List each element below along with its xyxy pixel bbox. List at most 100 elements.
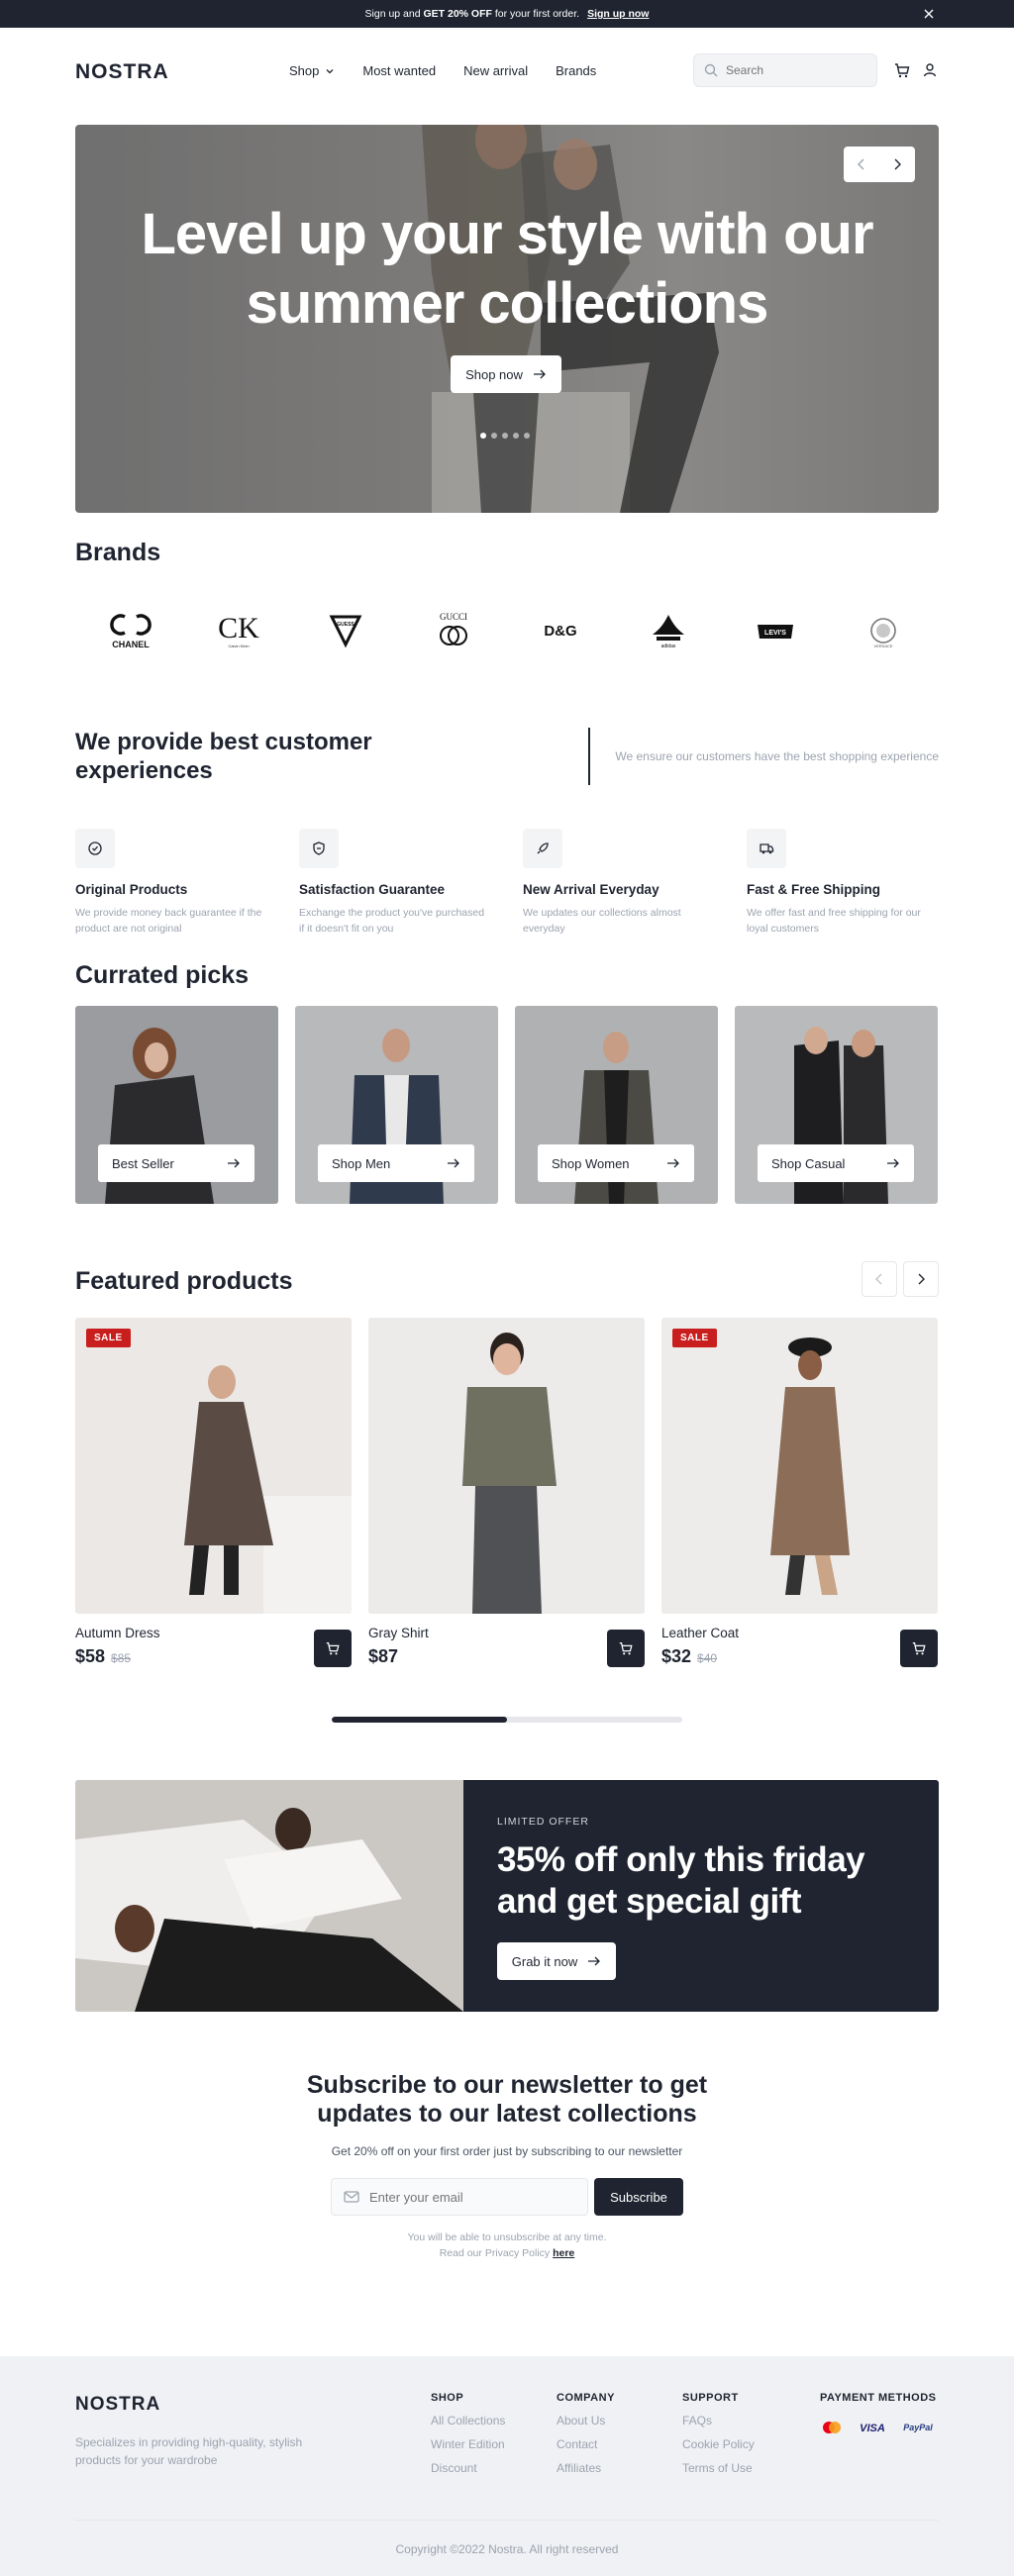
footer-link[interactable]: Cookie Policy (682, 2437, 755, 2451)
add-to-cart-button[interactable] (607, 1630, 645, 1667)
best-seller-button[interactable]: Best Seller (98, 1144, 254, 1182)
product-name[interactable]: Autumn Dress (75, 1626, 352, 1640)
footer-logo[interactable]: NOSTRA (75, 2394, 160, 2416)
footer-description: Specializes in providing high-quality, s… (75, 2435, 303, 2467)
footer-link[interactable]: About Us (557, 2414, 615, 2427)
nav-brands[interactable]: Brands (556, 63, 596, 78)
curated-card[interactable]: Shop Casual (735, 1006, 938, 1204)
mastercard-icon (823, 2422, 841, 2433)
footer-column-company: COMPANY About Us Contact Affiliates (557, 2392, 615, 2475)
add-to-cart-button[interactable] (314, 1630, 352, 1667)
shop-casual-button[interactable]: Shop Casual (758, 1144, 914, 1182)
prev-arrow-icon[interactable] (844, 147, 879, 182)
hero-dot[interactable] (524, 433, 530, 439)
newsletter-subtitle: Get 20% off on your first order just by … (331, 2144, 683, 2158)
divider (588, 728, 590, 785)
user-icon[interactable] (921, 61, 939, 79)
logo[interactable]: NOSTRA (75, 60, 169, 84)
add-to-cart-button[interactable] (900, 1630, 938, 1667)
product-card[interactable]: Gray Shirt $87 (368, 1318, 645, 1675)
feature-desc: We offer fast and free shipping for our … (747, 907, 921, 935)
curated-card[interactable]: Shop Women (515, 1006, 718, 1204)
brand-calvin-klein-logo[interactable]: CK Calvin Klein (199, 611, 278, 650)
brand-adidas-logo[interactable]: adidas (629, 611, 708, 650)
email-input[interactable] (369, 2189, 567, 2205)
hero-banner: Level up your style with our summer coll… (75, 125, 939, 513)
grab-it-now-button[interactable]: Grab it now (497, 1942, 616, 1980)
feature-title: Original Products (75, 882, 188, 897)
chevron-down-icon (326, 68, 334, 73)
brand-guess-logo[interactable]: GUESS (306, 611, 385, 650)
product-scrollbar[interactable] (332, 1717, 682, 1723)
experience-title: We provide best customer experiences (75, 729, 372, 784)
svg-text:GUCCI: GUCCI (440, 612, 467, 622)
hero-dot[interactable] (513, 433, 519, 439)
brand-gucci-logo[interactable]: GUCCI (414, 611, 493, 650)
feature-desc: We provide money back guarantee if the p… (75, 907, 262, 935)
shop-men-button[interactable]: Shop Men (318, 1144, 474, 1182)
shop-women-button[interactable]: Shop Women (538, 1144, 694, 1182)
old-price: $40 (697, 1651, 718, 1665)
brand-levis-logo[interactable]: LEVI'S (736, 611, 815, 650)
footer-link[interactable]: Contact (557, 2437, 615, 2451)
close-icon[interactable] (921, 6, 937, 22)
feature-item: New Arrival Everyday We updates our coll… (523, 829, 713, 937)
email-field[interactable] (331, 2178, 588, 2216)
svg-text:PayPal: PayPal (903, 2423, 933, 2432)
payment-methods: PAYMENT METHODS VISA PayPal (820, 2392, 937, 2435)
next-arrow-icon[interactable] (903, 1261, 939, 1297)
curated-card[interactable]: Shop Men (295, 1006, 498, 1204)
footer-link[interactable]: Terms of Use (682, 2461, 755, 2475)
footer-link[interactable]: Affiliates (557, 2461, 615, 2475)
footer-link[interactable]: FAQs (682, 2414, 755, 2427)
curated-card[interactable]: Best Seller (75, 1006, 278, 1204)
nav-most-wanted[interactable]: Most wanted (362, 63, 436, 78)
scrollbar-thumb[interactable] (332, 1717, 507, 1723)
search-input[interactable] (726, 63, 864, 77)
featured-title: Featured products (75, 1267, 293, 1295)
brand-dg-logo[interactable]: D&G (521, 611, 600, 650)
nav-new-arrival[interactable]: New arrival (463, 63, 528, 78)
truck-icon (747, 829, 786, 868)
sale-badge: SALE (86, 1329, 131, 1347)
svg-text:VERSACE: VERSACE (873, 644, 892, 648)
feature-title: Fast & Free Shipping (747, 882, 881, 897)
footer-link[interactable]: Discount (431, 2461, 505, 2475)
svg-text:adidas: adidas (660, 644, 675, 649)
search-box[interactable] (693, 53, 877, 87)
product-price: $58 $85 (75, 1646, 132, 1666)
promo-bar: Sign up and GET 20% OFF for your first o… (0, 0, 1014, 28)
payment-title: PAYMENT METHODS (820, 2392, 937, 2404)
brand-chanel-logo[interactable]: CHANEL (91, 611, 170, 650)
product-image[interactable]: SALE (75, 1318, 352, 1614)
product-image[interactable]: SALE (661, 1318, 938, 1614)
feature-item: Fast & Free Shipping We offer fast and f… (747, 829, 937, 937)
product-name[interactable]: Leather Coat (661, 1626, 938, 1640)
shop-now-button[interactable]: Shop now (451, 355, 561, 393)
featured-section: Featured products SALE Autumn Dress $58 $… (75, 1261, 939, 1723)
privacy-policy-link[interactable]: here (553, 2247, 574, 2259)
hero-dot[interactable] (480, 433, 486, 439)
hero-dot[interactable] (502, 433, 508, 439)
product-card[interactable]: SALE Leather Coat $32 $40 (661, 1318, 938, 1675)
product-card[interactable]: SALE Autumn Dress $58 $85 (75, 1318, 352, 1675)
cart-icon[interactable] (893, 61, 911, 79)
subscribe-button[interactable]: Subscribe (594, 2178, 683, 2216)
feature-list: Original Products We provide money back … (75, 829, 939, 937)
old-price: $85 (111, 1651, 132, 1665)
nav-shop[interactable]: Shop (289, 63, 335, 78)
product-name[interactable]: Gray Shirt (368, 1626, 645, 1640)
next-arrow-icon[interactable] (879, 147, 915, 182)
product-price: $32 $40 (661, 1646, 718, 1666)
brand-versace-logo[interactable]: VERSACE (844, 611, 923, 650)
footer-link[interactable]: Winter Edition (431, 2437, 505, 2451)
hero-dot[interactable] (491, 433, 497, 439)
brands-section: Brands CHANEL CK Calvin Klein GUESS GUCCI… (75, 539, 939, 650)
curated-section: Currated picks Best Seller Shop Men Shop… (75, 961, 939, 1204)
footer-column-title: COMPANY (557, 2392, 615, 2404)
prev-arrow-icon[interactable] (862, 1261, 897, 1297)
signup-link[interactable]: Sign up now (587, 8, 649, 20)
footer-link[interactable]: All Collections (431, 2414, 505, 2427)
product-image[interactable] (368, 1318, 645, 1614)
product-list: SALE Autumn Dress $58$85 Gray Shirt $87 (75, 1318, 939, 1675)
